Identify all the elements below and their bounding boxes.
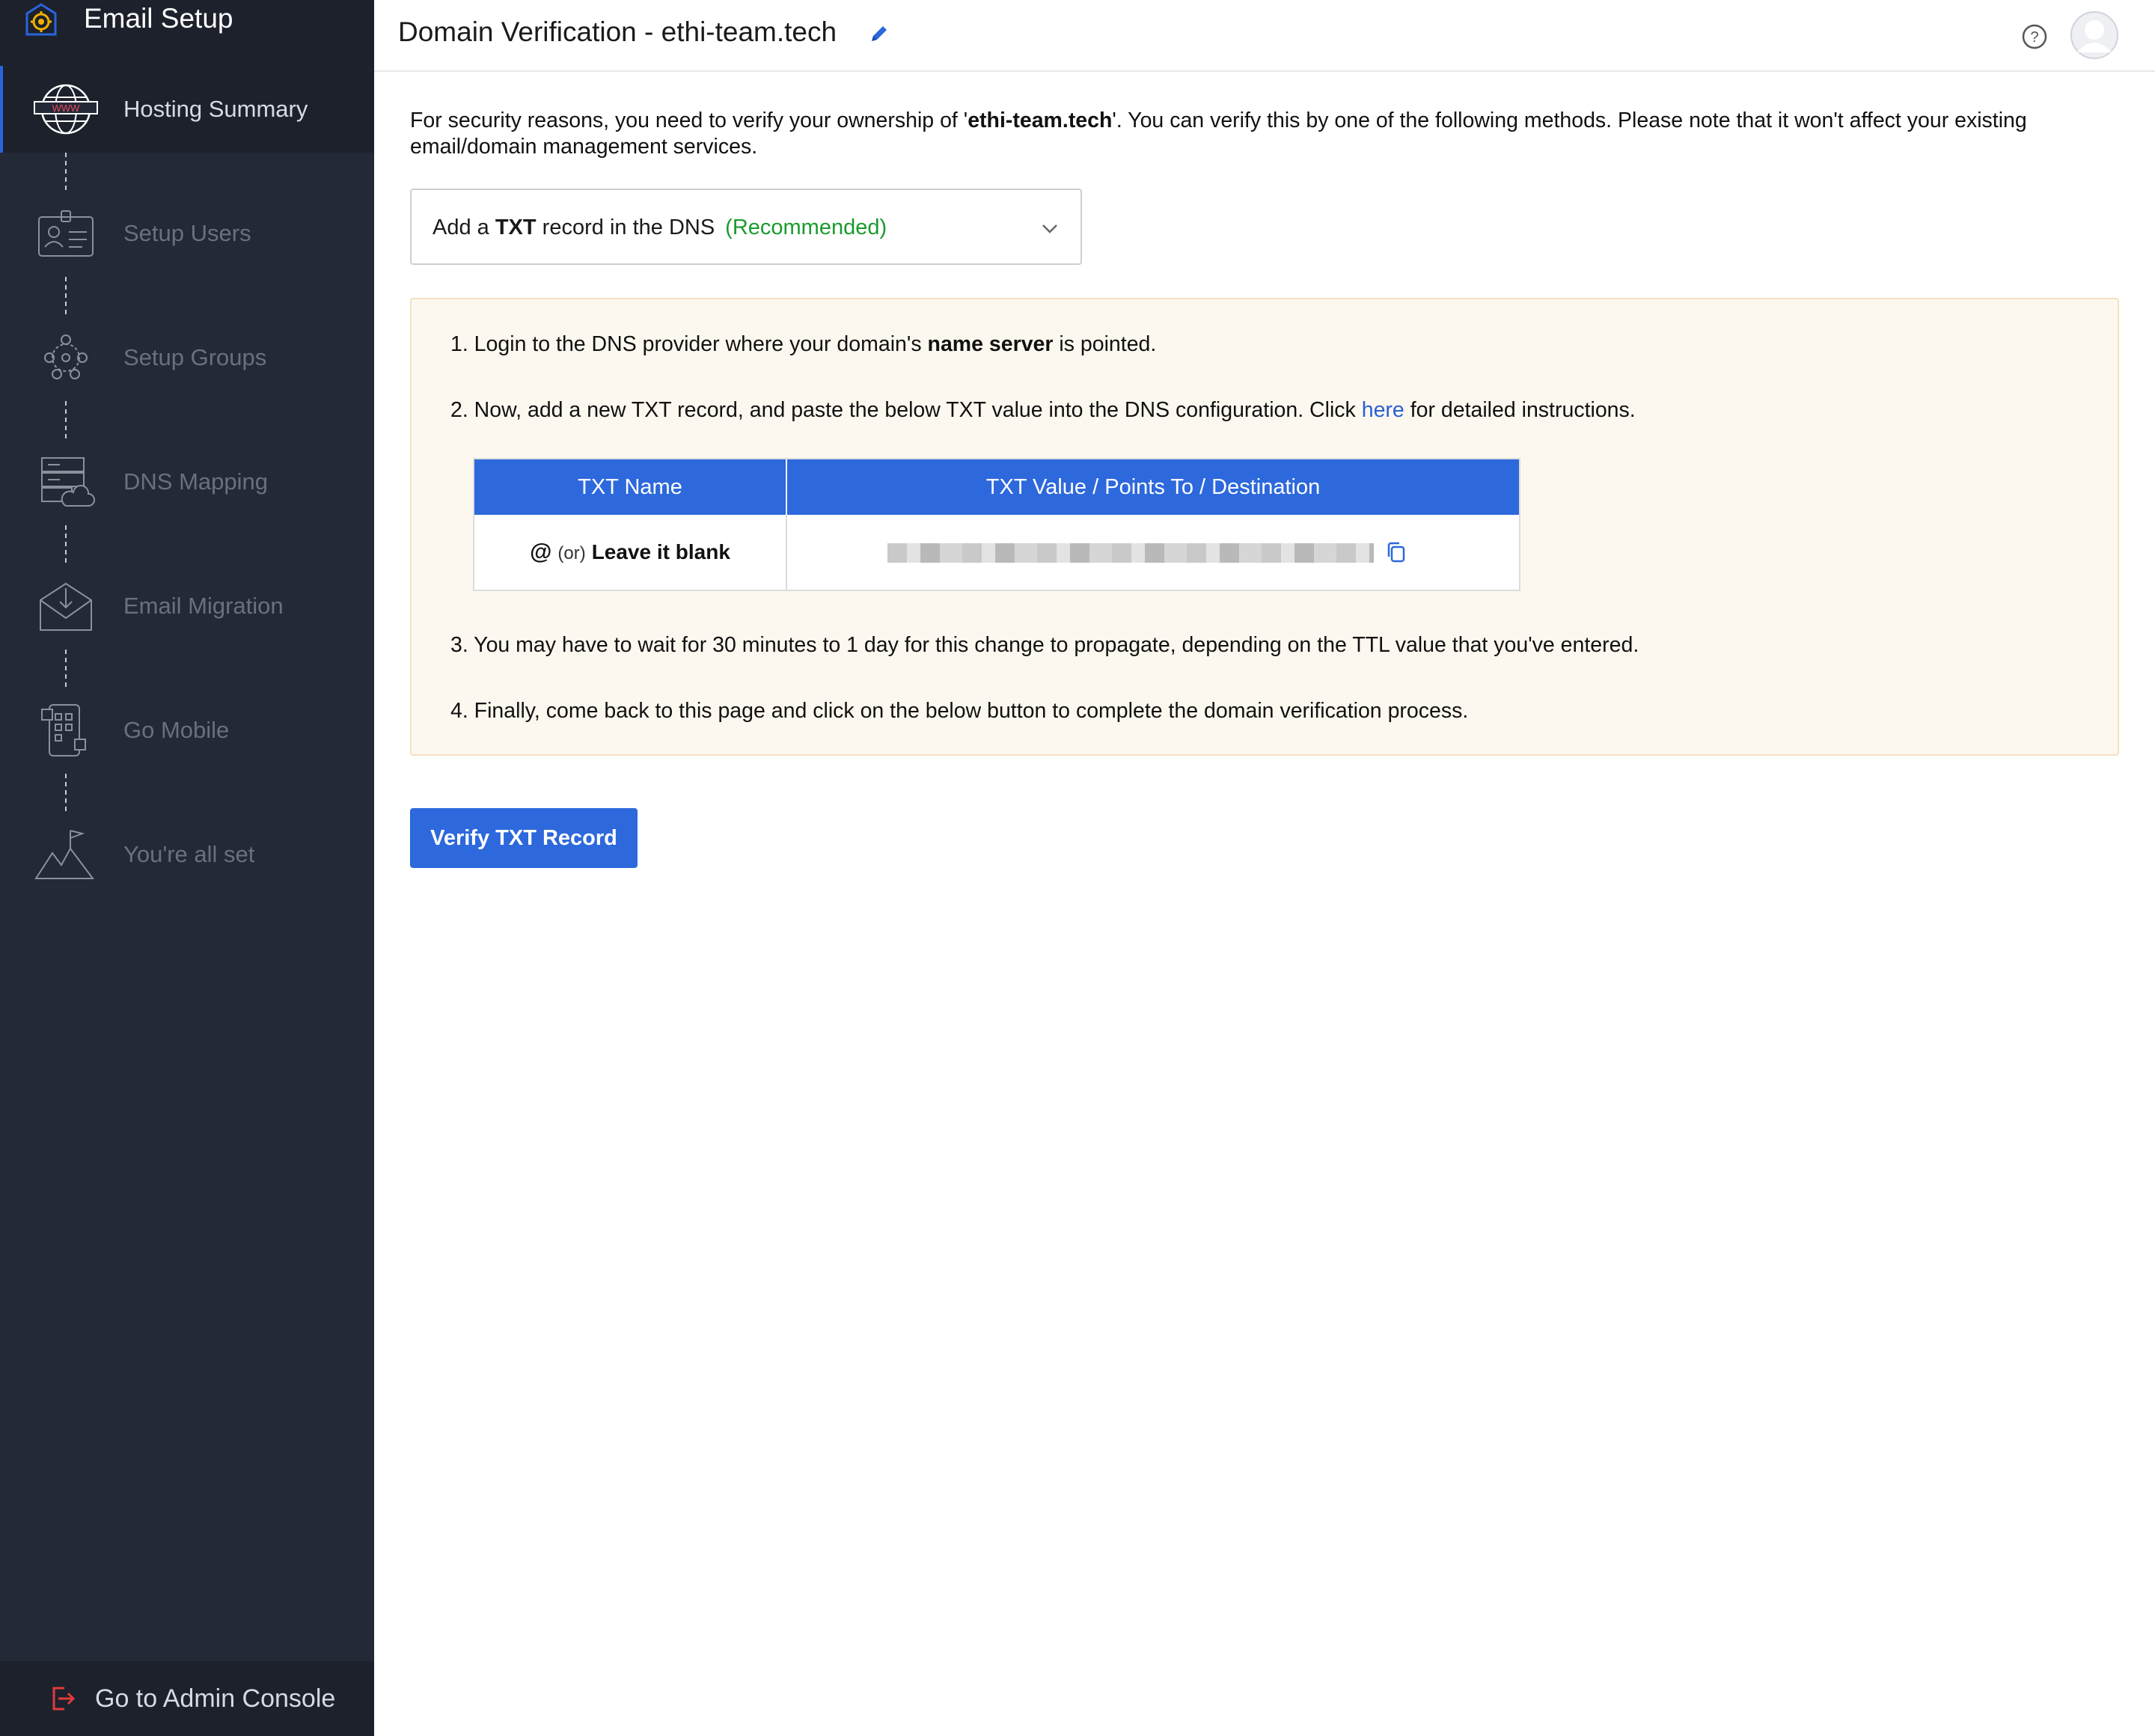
method-suffix: record in the DNS xyxy=(536,216,715,239)
step-label-go-mobile: Go Mobile xyxy=(123,717,230,743)
go-to-admin-console-link[interactable]: Go to Admin Console xyxy=(0,1661,374,1736)
step-hosting-summary[interactable]: WWW Hosting Summary xyxy=(0,66,374,153)
brand-bar: Email Setup xyxy=(0,0,374,66)
chevron-down-icon xyxy=(1042,224,1057,233)
app-title: Email Setup xyxy=(84,3,233,34)
step-email-migration[interactable]: Email Migration xyxy=(0,563,374,650)
step-label-setup-users: Setup Users xyxy=(123,220,251,246)
email-setup-logo-icon xyxy=(25,3,57,36)
svg-text:WWW: WWW xyxy=(52,103,81,114)
page-header: Domain Verification - ethi-team.tech ? xyxy=(374,0,2155,72)
step-label-dns-mapping: DNS Mapping xyxy=(123,468,268,495)
instruction-step-1: 1. Login to the DNS provider where your … xyxy=(450,331,1156,358)
step-connector xyxy=(65,525,67,563)
mountain-flag-icon xyxy=(34,830,94,879)
step2-prefix: 2. Now, add a new TXT record, and paste … xyxy=(450,398,1362,422)
step-dns-mapping[interactable]: DNS Mapping xyxy=(0,438,374,525)
step-label-email-migration: Email Migration xyxy=(123,593,284,619)
name-leave-blank: Leave it blank xyxy=(591,540,730,563)
step-all-set[interactable]: You're all set xyxy=(0,811,374,898)
step2-suffix: for detailed instructions. xyxy=(1404,398,1636,422)
step-connector xyxy=(65,401,67,438)
method-prefix: Add a xyxy=(432,216,495,239)
user-card-icon xyxy=(38,210,94,257)
step-go-mobile[interactable]: Go Mobile xyxy=(0,687,374,774)
sidebar: Email Setup WWW Hosting Summary Setup Us… xyxy=(0,0,374,1736)
name-or: (or) xyxy=(557,543,586,563)
sign-out-icon xyxy=(52,1687,76,1711)
svg-text:?: ? xyxy=(2030,29,2038,46)
step-connector xyxy=(65,774,67,811)
step-connector xyxy=(65,650,67,687)
envelope-download-icon xyxy=(40,582,92,631)
instruction-step-4: 4. Finally, come back to this page and c… xyxy=(450,699,1469,723)
globe-www-icon: WWW xyxy=(34,84,98,135)
recommended-tag: (Recommended) xyxy=(725,216,887,239)
step1-bold: name server xyxy=(927,332,1054,356)
step-setup-groups[interactable]: Setup Groups xyxy=(0,314,374,401)
step-label-setup-groups: Setup Groups xyxy=(123,344,267,370)
step1-suffix: is pointed. xyxy=(1053,332,1157,356)
admin-console-label: Go to Admin Console xyxy=(95,1684,336,1713)
instructions-panel: 1. Login to the DNS provider where your … xyxy=(410,298,2119,756)
txt-record-table: TXT Name TXT Value / Points To / Destina… xyxy=(473,458,1520,591)
intro-text: For security reasons, you need to verify… xyxy=(410,108,2079,160)
intro-prefix: For security reasons, you need to verify… xyxy=(410,109,968,132)
user-avatar[interactable] xyxy=(2070,10,2119,60)
method-bold: TXT xyxy=(495,216,537,239)
instructions-here-link[interactable]: here xyxy=(1362,398,1404,422)
pencil-edit-icon[interactable] xyxy=(868,22,890,45)
name-at-symbol: @ xyxy=(530,540,552,564)
step1-prefix: 1. Login to the DNS provider where your … xyxy=(450,332,928,356)
page-title: Domain Verification - ethi-team.tech xyxy=(398,16,837,47)
step-connector xyxy=(65,277,67,314)
table-header-txt-name: TXT Name xyxy=(474,459,787,515)
step-label-all-set: You're all set xyxy=(123,841,255,867)
verify-txt-record-button[interactable]: Verify TXT Record xyxy=(410,808,638,868)
mobile-apps-icon xyxy=(41,704,86,757)
instruction-step-2: 2. Now, add a new TXT record, and paste … xyxy=(450,397,1636,424)
step-label-hosting-summary: Hosting Summary xyxy=(123,96,308,122)
method-selected-value: Add a TXT record in the DNS (Recommended) xyxy=(432,213,887,242)
txt-name-cell: @ (or) Leave it blank xyxy=(474,515,787,590)
instruction-step-3: 3. You may have to wait for 30 minutes t… xyxy=(450,633,1639,657)
server-cloud-icon xyxy=(41,457,95,507)
intro-domain: ethi-team.tech xyxy=(968,109,1113,132)
copy-icon[interactable] xyxy=(1384,540,1408,564)
step-setup-users[interactable]: Setup Users xyxy=(0,190,374,277)
verification-method-dropdown[interactable]: Add a TXT record in the DNS (Recommended) xyxy=(410,189,1082,265)
table-header-txt-value: TXT Value / Points To / Destination xyxy=(787,459,1519,515)
group-network-icon xyxy=(44,334,88,379)
step-connector xyxy=(65,153,67,190)
txt-value-cell xyxy=(787,515,1519,590)
help-icon[interactable]: ? xyxy=(2020,22,2049,51)
txt-value-redacted[interactable] xyxy=(887,543,1374,563)
